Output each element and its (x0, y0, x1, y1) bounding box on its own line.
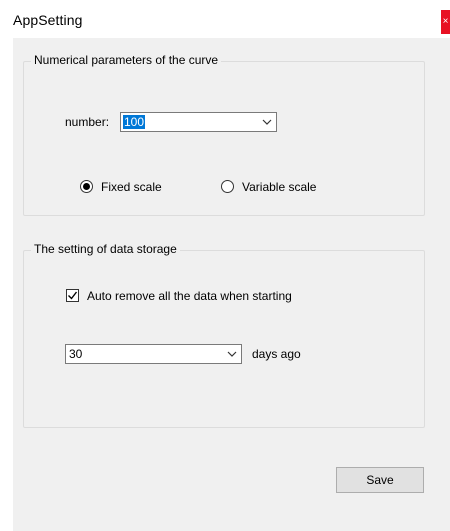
days-value: 30 (69, 347, 83, 361)
curve-parameters-legend: Numerical parameters of the curve (31, 53, 222, 67)
variable-scale-label[interactable]: Variable scale (242, 180, 316, 194)
auto-remove-label[interactable]: Auto remove all the data when starting (87, 289, 292, 303)
days-combobox[interactable]: 30 (65, 344, 242, 364)
fixed-scale-label[interactable]: Fixed scale (101, 180, 162, 194)
curve-parameters-group: Numerical parameters of the curve number… (23, 53, 425, 216)
dialog-body: Numerical parameters of the curve number… (13, 38, 450, 531)
fixed-scale-radio[interactable] (80, 180, 93, 193)
number-combobox[interactable]: 100 (120, 112, 277, 132)
data-storage-legend: The setting of data storage (31, 242, 180, 256)
window-title: AppSetting (13, 12, 83, 28)
chevron-down-icon[interactable] (262, 117, 272, 127)
variable-scale-radio[interactable] (221, 180, 234, 193)
days-ago-label: days ago (252, 347, 301, 361)
save-button[interactable]: Save (336, 467, 424, 493)
checkmark-icon (68, 291, 78, 300)
chevron-down-icon[interactable] (227, 349, 237, 359)
title-bar: AppSetting × (0, 0, 450, 38)
data-storage-group: The setting of data storage Auto remove … (23, 242, 425, 428)
number-label: number: (65, 115, 110, 129)
number-value: 100 (123, 115, 146, 129)
close-icon: × (442, 16, 449, 27)
auto-remove-checkbox[interactable] (66, 289, 79, 302)
close-button[interactable]: × (441, 10, 450, 34)
